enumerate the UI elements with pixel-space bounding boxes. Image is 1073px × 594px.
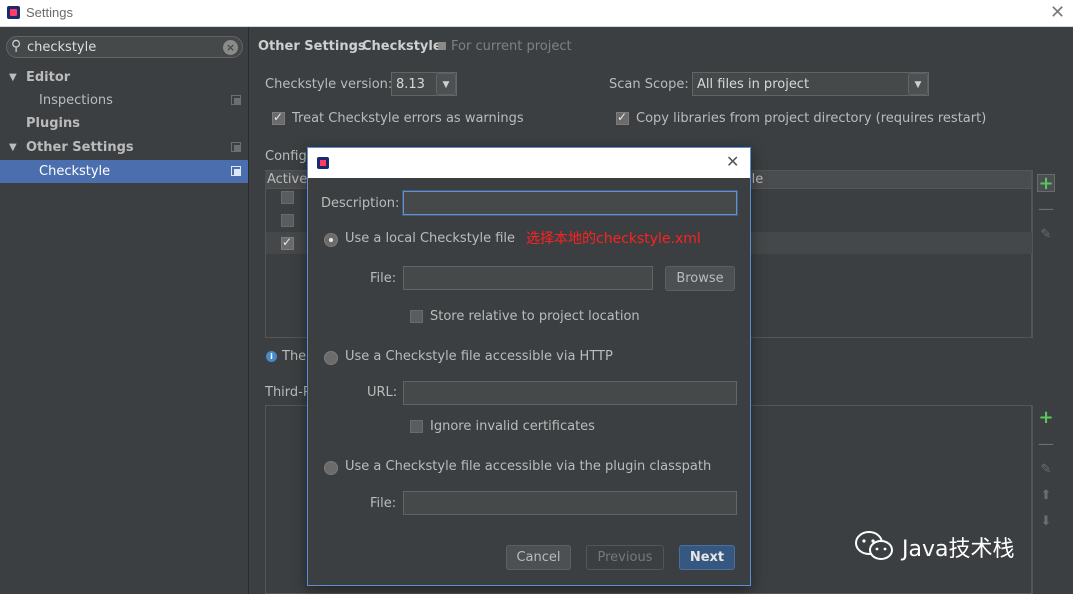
checkstyle-version-value: 8.13 (396, 77, 425, 92)
chevron-down-icon[interactable]: ▼ (908, 73, 928, 95)
description-input[interactable] (403, 191, 737, 215)
pencil-icon[interactable]: ✎ (1037, 461, 1055, 479)
wechat-logo-icon (855, 531, 893, 560)
minus-icon[interactable]: — (1037, 200, 1055, 218)
local-file-input[interactable] (403, 266, 653, 290)
window-title: Settings (26, 5, 73, 20)
settings-search-input[interactable]: ⚲ checkstyle × (6, 36, 243, 58)
window-title-bar: Settings ✕ (0, 0, 1073, 27)
dialog-close-icon[interactable]: ✕ (726, 152, 739, 171)
sidebar-item-inspections[interactable]: Inspections (0, 89, 248, 112)
copy-libraries-checkbox[interactable] (616, 110, 629, 125)
project-scope-icon (231, 142, 241, 152)
pencil-icon[interactable]: ✎ (1037, 226, 1055, 244)
next-button[interactable]: Next (679, 545, 735, 570)
description-label: Description: (321, 196, 400, 211)
sidebar-item-other-settings[interactable]: ▼ Other Settings (0, 136, 248, 159)
browse-button[interactable]: Browse (665, 266, 735, 291)
copy-libraries-label: Copy libraries from project directory (r… (636, 111, 987, 126)
project-scope-icon (231, 95, 241, 105)
annotation-text: 选择本地的checkstyle.xml (526, 231, 701, 247)
scan-scope-value: All files in project (697, 77, 810, 92)
sidebar-item-editor[interactable]: ▼ Editor (0, 66, 248, 89)
column-active: Active (267, 172, 308, 187)
info-icon: i (266, 351, 277, 362)
file-label: File: (370, 496, 397, 511)
classpath-file-input[interactable] (403, 491, 737, 515)
settings-sidebar: ⚲ checkstyle × ▼ Editor Inspections Plug… (0, 27, 249, 594)
previous-button[interactable]: Previous (586, 545, 664, 570)
chevron-down-icon[interactable]: ▼ (9, 136, 17, 159)
arrow-up-icon[interactable]: ⬆ (1037, 487, 1055, 505)
watermark-text: Java技术栈 (902, 537, 1015, 562)
intellij-logo-icon (7, 6, 20, 19)
add-configuration-dialog: ✕ Description: Use a local Checkstyle fi… (307, 147, 751, 586)
file-label: File: (370, 271, 397, 286)
row-active-checkbox[interactable] (281, 214, 294, 227)
breadcrumb-separator: › (352, 39, 358, 54)
plus-icon[interactable]: + (1037, 174, 1055, 193)
treat-errors-checkbox[interactable] (272, 110, 285, 125)
sidebar-item-label: Plugins (26, 116, 80, 131)
local-file-option-label: Use a local Checkstyle file (345, 231, 516, 246)
http-file-radio[interactable] (324, 351, 338, 365)
store-relative-checkbox[interactable] (410, 310, 423, 323)
third-party-checks-label: Third-P (265, 385, 311, 400)
row-active-checkbox[interactable] (281, 191, 294, 204)
intellij-logo-icon (317, 157, 329, 169)
plus-icon[interactable]: + (1037, 409, 1055, 427)
checkstyle-version-label: Checkstyle version: (265, 77, 393, 92)
url-label: URL: (367, 385, 398, 400)
chevron-down-icon[interactable]: ▼ (436, 73, 456, 95)
classpath-file-radio[interactable] (324, 461, 338, 475)
dialog-title-bar: ✕ (308, 148, 750, 178)
url-input[interactable] (403, 381, 737, 405)
watermark: Java技术栈 (854, 528, 1054, 564)
chevron-down-icon[interactable]: ▼ (9, 66, 17, 89)
sidebar-item-label: Inspections (39, 93, 113, 108)
third-party-toolbar: + — ✎ ⬆ ⬇ (1032, 405, 1058, 594)
breadcrumb-other-settings: Other Settings (258, 39, 366, 54)
page-title: Checkstyle (362, 39, 442, 54)
project-scope-icon (438, 42, 446, 50)
sidebar-item-plugins[interactable]: Plugins (0, 112, 248, 135)
row-active-checkbox[interactable] (281, 235, 294, 250)
http-option-label: Use a Checkstyle file accessible via HTT… (345, 349, 613, 364)
sidebar-item-checkstyle[interactable]: Checkstyle (0, 160, 248, 183)
local-file-radio[interactable] (324, 233, 338, 247)
ignore-certificates-label: Ignore invalid certificates (430, 419, 595, 434)
store-relative-label: Store relative to project location (430, 309, 640, 324)
ignore-certificates-checkbox[interactable] (410, 420, 423, 433)
scope-note: For current project (451, 39, 572, 54)
checkstyle-version-select[interactable]: 8.13 ▼ (391, 72, 457, 96)
configuration-toolbar: + — ✎ (1032, 170, 1058, 338)
project-scope-icon (231, 166, 241, 176)
search-value: checkstyle (27, 40, 97, 55)
treat-errors-label: Treat Checkstyle errors as warnings (292, 111, 524, 126)
sidebar-item-label: Checkstyle (39, 164, 111, 179)
window-close-icon[interactable]: ✕ (1050, 2, 1065, 23)
clear-icon[interactable]: × (223, 40, 238, 55)
search-icon: ⚲ (11, 38, 22, 54)
sidebar-item-label: Editor (26, 70, 71, 85)
classpath-option-label: Use a Checkstyle file accessible via the… (345, 459, 712, 474)
scan-scope-select[interactable]: All files in project ▼ (692, 72, 929, 96)
minus-icon[interactable]: — (1037, 435, 1055, 453)
info-text: The (282, 349, 307, 364)
cancel-button[interactable]: Cancel (506, 545, 571, 570)
scan-scope-label: Scan Scope: (609, 77, 689, 92)
sidebar-item-label: Other Settings (26, 140, 134, 155)
